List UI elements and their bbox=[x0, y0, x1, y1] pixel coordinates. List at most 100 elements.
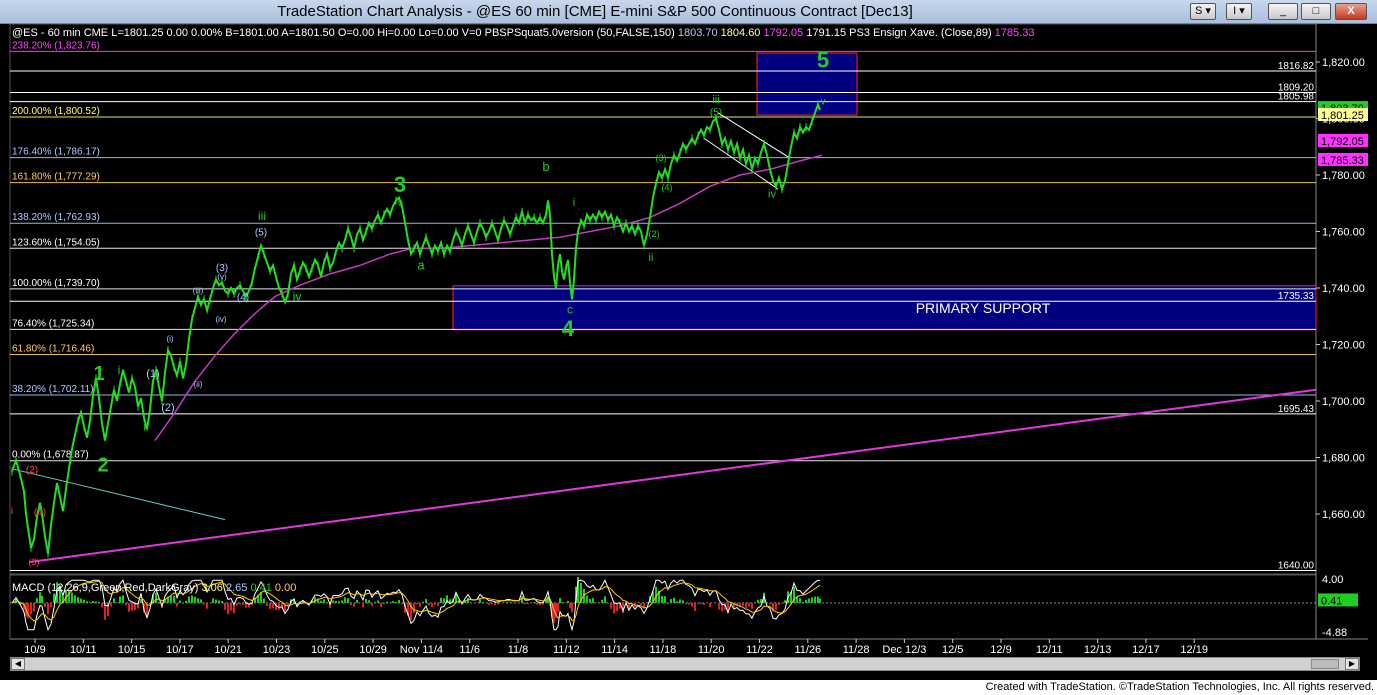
macd-header-value: 2.65 bbox=[223, 582, 247, 594]
date-tick-label: 11/14 bbox=[601, 644, 628, 656]
date-tick-label: Nov 11/4 bbox=[400, 644, 443, 656]
date-tick-label: 11/20 bbox=[698, 644, 725, 656]
wave-label: (1) bbox=[146, 368, 159, 380]
price-tick-label: 1,780.00 bbox=[1322, 170, 1365, 182]
close-button[interactable]: X bbox=[1335, 3, 1367, 20]
level-label: 1695.43 bbox=[1278, 404, 1315, 415]
fib-label: 100.00% (1,739.70) bbox=[12, 278, 100, 289]
date-tick-label: Dec 12/3 bbox=[882, 644, 926, 656]
wave-label: a bbox=[417, 258, 425, 273]
date-tick-label: 10/17 bbox=[166, 644, 194, 656]
fib-label: 76.40% (1,725.34) bbox=[12, 318, 94, 329]
price-tick-label: 1,820.00 bbox=[1322, 57, 1365, 69]
minimize-button[interactable]: _ bbox=[1268, 3, 1298, 20]
price-tick-label: 1,760.00 bbox=[1322, 227, 1365, 239]
wave-label: v bbox=[821, 96, 826, 107]
level-label: 1735.33 bbox=[1278, 291, 1315, 302]
wave-label: (5) bbox=[710, 108, 722, 119]
chart-header: @ES - 60 min CME L=1801.25 0.00 0.00% B=… bbox=[12, 27, 1034, 39]
wave-label: ii bbox=[143, 420, 148, 434]
macd-tick-label: -4.88 bbox=[1322, 627, 1347, 639]
date-tick-label: 11/8 bbox=[508, 644, 529, 656]
target-box bbox=[756, 52, 858, 116]
wave-label: (2) bbox=[26, 465, 38, 476]
wave-label: (5) bbox=[255, 228, 267, 239]
date-tick-label: 11/22 bbox=[746, 644, 773, 656]
wave-label: (2) bbox=[161, 402, 174, 414]
wave-label: v bbox=[398, 198, 403, 209]
wave-label: (4) bbox=[34, 507, 46, 518]
date-tick-label: 12/5 bbox=[942, 644, 963, 656]
fib-label: 200.00% (1,800.52) bbox=[12, 106, 100, 117]
wave-label: (v) bbox=[217, 273, 227, 282]
chart-header-value: @ES - 60 min CME bbox=[12, 27, 108, 39]
wave-label: (3) bbox=[29, 557, 40, 567]
date-tick-label: 11/26 bbox=[794, 644, 821, 656]
chart-header-value: 1804.60 bbox=[718, 27, 761, 39]
date-tick-label: 12/13 bbox=[1084, 644, 1112, 656]
chart-area[interactable]: PRIMARY SUPPORT 238.20% (1,823.76) 200.00%… bbox=[0, 24, 1377, 680]
date-tick-label: 10/25 bbox=[311, 644, 339, 656]
scroll-left-arrow-icon[interactable]: ◀ bbox=[11, 658, 25, 670]
wave-label: iv bbox=[293, 290, 302, 304]
date-tick-label: 12/17 bbox=[1132, 644, 1160, 656]
date-tick-label: 10/23 bbox=[263, 644, 291, 656]
wave-label: 2 bbox=[97, 455, 108, 477]
title-bar: TradeStation Chart Analysis - @ES 60 min… bbox=[0, 0, 1377, 24]
footer-credit: Created with TradeStation. ©TradeStation… bbox=[0, 680, 1377, 695]
wave-label: ii bbox=[649, 252, 654, 264]
wave-label: (2) bbox=[649, 229, 660, 239]
date-tick-label: 10/29 bbox=[359, 644, 387, 656]
date-tick-label: 11/6 bbox=[459, 644, 480, 656]
fib-label: 176.40% (1,786.17) bbox=[12, 147, 100, 158]
wave-label: (iii) bbox=[193, 287, 204, 296]
chart-scrollbar[interactable]: ◀ ▶ bbox=[10, 657, 1360, 671]
macd-tag-label: 0.41 bbox=[1321, 595, 1342, 607]
primary-support-box bbox=[452, 285, 1317, 331]
wave-label: (4) bbox=[662, 183, 673, 193]
chart-header-value: PBSPSquat5.0version (50,FALSE,150) bbox=[482, 27, 675, 39]
chart-header-value: PS3 Ensign Xave. (Close,89) bbox=[846, 27, 992, 39]
fib-label: 138.20% (1,762.93) bbox=[12, 212, 100, 223]
price-tick-label: 1,660.00 bbox=[1322, 509, 1365, 521]
scroll-right-arrow-icon[interactable]: ▶ bbox=[1345, 658, 1359, 670]
wave-label: iv bbox=[768, 189, 776, 201]
wave-label: iii bbox=[712, 94, 719, 106]
indicator-menu-button[interactable]: I ▾ bbox=[1226, 3, 1252, 20]
fib-label: 0.00% (1,678.87) bbox=[12, 450, 89, 461]
wave-label: b bbox=[542, 159, 549, 174]
symbol-menu-button[interactable]: S ▾ bbox=[1190, 3, 1216, 20]
wave-label: (ii) bbox=[194, 380, 203, 389]
chart-header-value: 1791.15 bbox=[803, 27, 846, 39]
date-tick-label: 10/21 bbox=[214, 644, 242, 656]
primary-support-label: PRIMARY SUPPORT bbox=[916, 300, 1051, 316]
level-label: 1816.82 bbox=[1278, 61, 1315, 72]
price-tick-label: 1,680.00 bbox=[1322, 453, 1365, 465]
level-label: 1805.98 bbox=[1278, 92, 1315, 103]
price-tag-label: 1,792.05 bbox=[1321, 136, 1364, 148]
wave-label: 1 bbox=[93, 363, 104, 385]
macd-header: MACD (12,26,9,Green,Red,DarkGray) 3.06 2… bbox=[12, 582, 296, 594]
macd-header-value: 0.00 bbox=[272, 582, 296, 594]
date-tick-label: 10/9 bbox=[24, 644, 45, 656]
wave-label: (3) bbox=[656, 153, 667, 163]
wave-label: (i) bbox=[166, 335, 173, 344]
chart-header-value: L=1801.25 0.00 0.00% B=1801.00 A=1801.50… bbox=[108, 27, 481, 39]
wave-label: i bbox=[573, 197, 575, 209]
date-tick-label: 10/15 bbox=[118, 644, 146, 656]
date-tick-label: 10/11 bbox=[70, 644, 97, 656]
window-title: TradeStation Chart Analysis - @ES 60 min… bbox=[277, 3, 913, 20]
chart-header-value: 1792.05 bbox=[760, 27, 803, 39]
date-tick-label: 11/18 bbox=[650, 644, 677, 656]
scroll-thumb[interactable] bbox=[1311, 659, 1339, 669]
wave-label: (iv) bbox=[215, 315, 226, 324]
macd-tick-label: 4.00 bbox=[1322, 574, 1343, 586]
chart-canvas[interactable]: PRIMARY SUPPORT 238.20% (1,823.76) 200.00%… bbox=[0, 24, 1377, 680]
date-tick-label: 12/11 bbox=[1036, 644, 1063, 656]
wave-label: i bbox=[118, 363, 121, 377]
chart-header-value: 1803.70 bbox=[675, 27, 718, 39]
price-tag-label: 1,801.25 bbox=[1321, 110, 1364, 122]
macd-header-value: 3.06 bbox=[198, 582, 222, 594]
maximize-button[interactable]: □ bbox=[1301, 3, 1331, 20]
wave-label: iii bbox=[258, 209, 266, 223]
